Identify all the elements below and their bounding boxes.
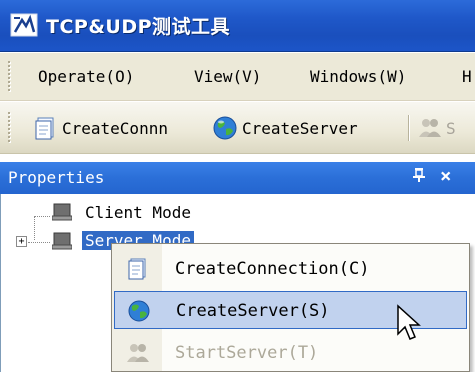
globe-icon xyxy=(128,300,150,322)
menu-operate[interactable]: Operate(O) xyxy=(38,67,134,86)
create-server-button[interactable]: CreateServer xyxy=(212,114,358,142)
mouse-cursor-icon xyxy=(397,304,421,340)
menu-help[interactable]: H xyxy=(462,67,472,86)
start-server-label: S xyxy=(446,118,456,138)
toolbar-separator xyxy=(408,115,410,141)
ctx-create-server-label: CreateServer(S) xyxy=(176,301,330,321)
pin-icon[interactable] xyxy=(412,167,426,187)
create-connection-label: CreateConnn xyxy=(62,118,168,138)
toolbar: CreateConnn CreateServer S xyxy=(0,102,475,154)
create-server-label: CreateServer xyxy=(242,118,358,138)
menu-windows[interactable]: Windows(W) xyxy=(310,67,406,86)
globe-icon xyxy=(213,116,237,140)
server-node-icon xyxy=(52,203,72,221)
window-title: TCP&UDP测试工具 xyxy=(46,16,231,38)
tree-line xyxy=(34,216,35,240)
create-connection-button[interactable]: CreateConnn xyxy=(34,114,168,142)
menu-view[interactable]: View(V) xyxy=(194,67,261,86)
tree-line xyxy=(34,216,50,217)
toolbar-grip[interactable] xyxy=(8,112,12,144)
document-icon xyxy=(128,258,146,280)
close-icon[interactable]: × xyxy=(440,165,451,187)
users-icon xyxy=(127,344,149,362)
tree-expander[interactable]: + xyxy=(16,236,27,247)
ctx-create-connection[interactable]: CreateConnection(C) xyxy=(114,250,467,288)
ctx-start-server-label: StartServer(T) xyxy=(175,343,319,363)
app-icon xyxy=(10,13,38,37)
title-bar: TCP&UDP测试工具 xyxy=(0,0,475,52)
tree-item-client-mode[interactable]: Client Mode xyxy=(85,203,191,222)
properties-title: Properties xyxy=(8,168,105,187)
menu-bar: Operate(O) View(V) Windows(W) H xyxy=(0,53,475,101)
properties-panel-header: Properties × xyxy=(0,162,475,194)
users-icon xyxy=(419,119,441,137)
menubar-grip[interactable] xyxy=(8,61,12,93)
server-node-icon xyxy=(52,232,72,250)
start-server-button[interactable]: S xyxy=(418,114,456,142)
ctx-create-connection-label: CreateConnection(C) xyxy=(175,259,370,279)
tree-line xyxy=(28,242,50,243)
document-icon xyxy=(35,117,54,140)
